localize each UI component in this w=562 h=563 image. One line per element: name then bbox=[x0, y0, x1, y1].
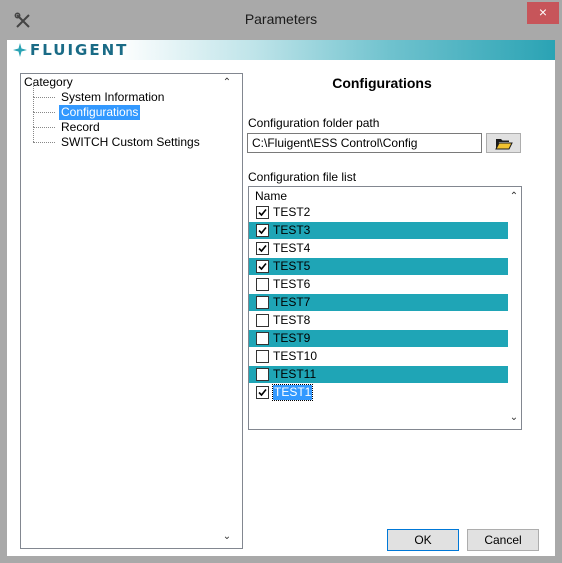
tree-item-label: Record bbox=[61, 120, 100, 134]
tree-item[interactable]: Record bbox=[21, 112, 221, 135]
file-name: TEST9 bbox=[273, 331, 311, 345]
file-checkbox[interactable] bbox=[256, 314, 269, 327]
file-row[interactable]: TEST6 bbox=[249, 276, 508, 294]
category-tree[interactable]: Category ⌃ System Information Configurati… bbox=[20, 73, 243, 549]
file-row[interactable]: TEST9 bbox=[249, 330, 508, 348]
tree-connector-dots bbox=[33, 112, 55, 113]
file-name: TEST5 bbox=[273, 259, 311, 273]
close-button[interactable]: × bbox=[527, 2, 559, 24]
title-bar[interactable]: Parameters × bbox=[0, 0, 562, 40]
file-list-label: Configuration file list bbox=[248, 170, 357, 184]
file-name: TEST11 bbox=[273, 367, 317, 381]
file-name: TEST7 bbox=[273, 295, 311, 309]
file-row[interactable]: TEST8 bbox=[249, 312, 508, 330]
file-row[interactable]: TEST4 bbox=[249, 240, 508, 258]
file-name: TEST6 bbox=[273, 277, 311, 291]
file-row[interactable]: TEST10 bbox=[249, 348, 508, 366]
tree-item-label: System Information bbox=[61, 90, 165, 104]
file-name: TEST3 bbox=[273, 223, 311, 237]
parameters-window: Parameters × FLUIGENT Category ⌃ System … bbox=[0, 0, 562, 563]
brand-name: FLUIGENT bbox=[30, 41, 129, 59]
list-scroll-down-icon[interactable]: ⌄ bbox=[507, 411, 521, 425]
file-checkbox[interactable] bbox=[256, 224, 269, 237]
file-checkbox[interactable] bbox=[256, 368, 269, 381]
file-name: TEST10 bbox=[273, 349, 318, 363]
tree-connector-dots bbox=[33, 142, 55, 143]
tree-header: Category bbox=[24, 75, 73, 89]
tree-item[interactable]: Configurations bbox=[21, 97, 221, 120]
configuration-file-list[interactable]: Name ⌃ TEST2 TEST3 TEST4 TEST5 TEST6 TEST7 TES… bbox=[248, 186, 522, 430]
folder-path-input[interactable] bbox=[247, 133, 482, 153]
section-title: Configurations bbox=[332, 75, 432, 91]
file-row[interactable]: TEST11 bbox=[249, 366, 508, 384]
file-checkbox[interactable] bbox=[256, 332, 269, 345]
cancel-button[interactable]: Cancel bbox=[467, 529, 539, 551]
tree-item[interactable]: SWITCH Custom Settings bbox=[21, 127, 221, 150]
tree-connector-dots bbox=[33, 97, 55, 98]
scroll-down-icon[interactable]: ⌄ bbox=[220, 530, 234, 544]
file-name: TEST4 bbox=[273, 241, 311, 255]
list-scroll-up-icon[interactable]: ⌃ bbox=[507, 190, 521, 204]
file-name: TEST2 bbox=[273, 205, 311, 219]
file-checkbox[interactable] bbox=[256, 206, 269, 219]
file-checkbox[interactable] bbox=[256, 296, 269, 309]
fluigent-logo-icon bbox=[13, 43, 27, 57]
dialog-content: Category ⌃ System Information Configurati… bbox=[7, 60, 555, 556]
file-checkbox[interactable] bbox=[256, 350, 269, 363]
tree-connector-line bbox=[33, 112, 34, 127]
file-row[interactable]: TEST5 bbox=[249, 258, 508, 276]
tree-item[interactable]: System Information bbox=[21, 82, 221, 105]
ok-button[interactable]: OK bbox=[387, 529, 459, 551]
file-name: TEST1 bbox=[271, 384, 314, 401]
window-title: Parameters bbox=[244, 11, 318, 27]
fluigent-logo: FLUIGENT bbox=[13, 41, 128, 59]
file-checkbox[interactable] bbox=[256, 386, 269, 399]
tree-connector-line bbox=[33, 127, 34, 142]
tree-connector-dots bbox=[33, 127, 55, 128]
folder-path-label: Configuration folder path bbox=[248, 116, 380, 130]
close-icon: × bbox=[538, 4, 548, 20]
file-rows: TEST2 TEST3 TEST4 TEST5 TEST6 TEST7 TEST8 TEST9… bbox=[249, 204, 508, 402]
browse-folder-button[interactable] bbox=[486, 133, 521, 153]
open-folder-icon bbox=[494, 138, 513, 149]
list-column-header[interactable]: Name bbox=[255, 189, 287, 203]
tree-item-label: SWITCH Custom Settings bbox=[61, 135, 200, 149]
tree-item-label: Configurations bbox=[59, 105, 141, 120]
file-row[interactable]: TEST2 bbox=[249, 204, 508, 222]
tree-items: System Information Configurations Record SW… bbox=[21, 82, 221, 150]
tree-connector-line bbox=[33, 82, 34, 97]
file-row[interactable]: TEST3 bbox=[249, 222, 508, 240]
file-name: TEST8 bbox=[273, 313, 311, 327]
file-row[interactable]: TEST7 bbox=[249, 294, 508, 312]
tree-connector-line bbox=[33, 97, 34, 112]
file-checkbox[interactable] bbox=[256, 242, 269, 255]
file-checkbox[interactable] bbox=[256, 278, 269, 291]
scroll-up-icon[interactable]: ⌃ bbox=[220, 76, 234, 90]
file-row[interactable]: TEST1 bbox=[249, 384, 508, 402]
brand-banner: FLUIGENT bbox=[7, 40, 555, 60]
file-checkbox[interactable] bbox=[256, 260, 269, 273]
